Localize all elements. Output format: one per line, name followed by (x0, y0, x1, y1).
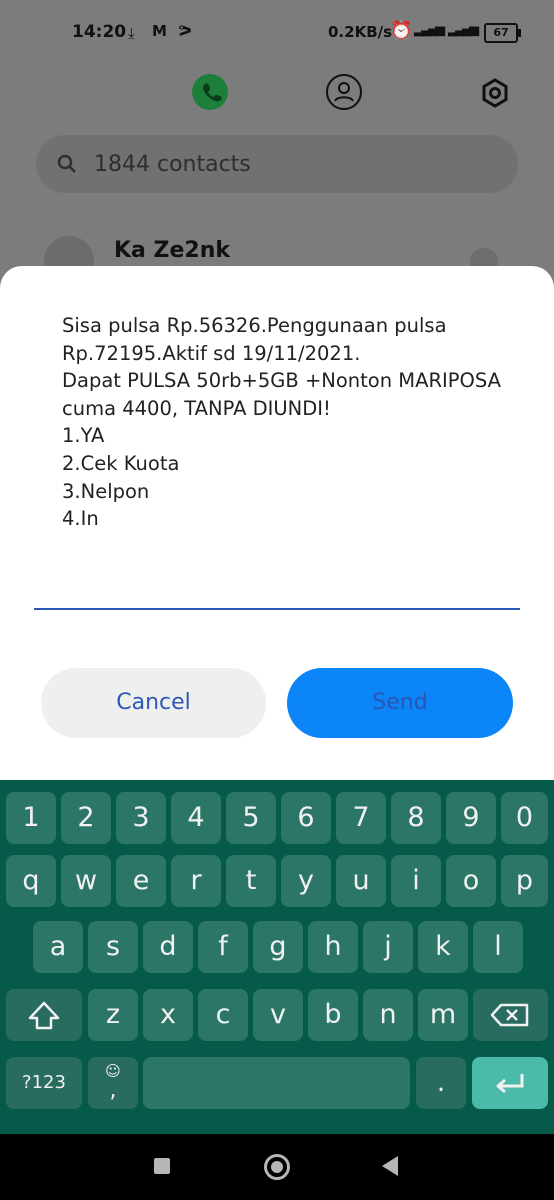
key-o[interactable]: o (446, 855, 496, 907)
key-j[interactable]: j (363, 921, 413, 973)
send-button[interactable]: Send (287, 668, 513, 738)
key-v[interactable]: v (253, 989, 303, 1041)
phone-icon[interactable] (192, 74, 228, 110)
key-w[interactable]: w (61, 855, 111, 907)
ussd-message: Sisa pulsa Rp.56326.Penggunaan pulsa Rp.… (62, 314, 501, 531)
download-icon: ⤓ (128, 24, 135, 42)
key-r[interactable]: r (171, 855, 221, 907)
key-l[interactable]: l (473, 921, 523, 973)
key-f[interactable]: f (198, 921, 248, 973)
status-bar: 14:20 ⤓ M ᕗ 0.2KB/s ⏰ ▂▃▄▅ ▂▃▄▅ 67 (0, 0, 554, 64)
status-time: 14:20 (72, 22, 127, 42)
ussd-dialog: Sisa pulsa Rp.56326.Penggunaan pulsa Rp.… (0, 266, 554, 786)
reply-input[interactable] (34, 608, 520, 610)
search-icon (56, 153, 78, 175)
shift-key[interactable] (6, 989, 82, 1041)
notification-icon: ᕗ (178, 22, 192, 40)
key-n[interactable]: n (363, 989, 413, 1041)
key-i[interactable]: i (391, 855, 441, 907)
contact-name: Ka Ze2nk (114, 238, 231, 263)
key-c[interactable]: c (198, 989, 248, 1041)
space-key[interactable] (143, 1057, 410, 1109)
backspace-key[interactable] (473, 989, 548, 1041)
key-b[interactable]: b (308, 989, 358, 1041)
contact-list-item[interactable]: Ka Ze2nk (40, 236, 520, 286)
key-u[interactable]: u (336, 855, 386, 907)
key-s[interactable]: s (88, 921, 138, 973)
contacts-search[interactable]: 1844 contacts (36, 135, 518, 193)
key-k[interactable]: k (418, 921, 468, 973)
key-e[interactable]: e (116, 855, 166, 907)
comma-label: , (109, 1078, 117, 1103)
key-5[interactable]: 5 (226, 792, 276, 844)
signal-icon: ▂▃▄▅ (414, 22, 445, 37)
key-2[interactable]: 2 (61, 792, 111, 844)
backspace-icon (490, 1003, 529, 1027)
key-g[interactable]: g (253, 921, 303, 973)
enter-key[interactable] (472, 1057, 548, 1109)
shift-icon (28, 1001, 60, 1030)
gmail-icon: M (152, 22, 167, 40)
contact-icon[interactable] (326, 74, 362, 110)
signal-icon-2: ▂▃▄▅ (448, 22, 479, 37)
emoji-comma-key[interactable]: ☺ , (88, 1057, 138, 1109)
alarm-icon: ⏰ (390, 20, 413, 41)
key-0[interactable]: 0 (501, 792, 548, 844)
key-9[interactable]: 9 (446, 792, 496, 844)
key-3[interactable]: 3 (116, 792, 166, 844)
key-h[interactable]: h (308, 921, 358, 973)
key-a[interactable]: a (33, 921, 83, 973)
cancel-button[interactable]: Cancel (41, 668, 266, 738)
dialer-tabs (0, 74, 554, 114)
key-6[interactable]: 6 (281, 792, 331, 844)
key-7[interactable]: 7 (336, 792, 386, 844)
recents-icon[interactable] (154, 1158, 170, 1174)
search-placeholder: 1844 contacts (94, 152, 251, 177)
key-z[interactable]: z (88, 989, 138, 1041)
key-p[interactable]: p (501, 855, 548, 907)
settings-icon[interactable] (478, 76, 512, 110)
network-speed: 0.2KB/s (328, 23, 393, 41)
back-icon[interactable] (382, 1156, 398, 1176)
key-q[interactable]: q (6, 855, 56, 907)
home-icon[interactable] (264, 1154, 290, 1180)
key-x[interactable]: x (143, 989, 193, 1041)
period-key[interactable]: . (416, 1057, 466, 1109)
enter-icon (496, 1074, 524, 1094)
keyboard: 1 2 3 4 5 6 7 8 9 0 q w e r t y u i o p … (0, 780, 554, 1134)
key-d[interactable]: d (143, 921, 193, 973)
key-1[interactable]: 1 (6, 792, 56, 844)
key-m[interactable]: m (418, 989, 468, 1041)
key-8[interactable]: 8 (391, 792, 441, 844)
key-t[interactable]: t (226, 855, 276, 907)
battery-icon: 67 (484, 23, 521, 43)
key-y[interactable]: y (281, 855, 331, 907)
symbols-key[interactable]: ?123 (6, 1057, 82, 1109)
key-4[interactable]: 4 (171, 792, 221, 844)
navigation-bar (0, 1134, 554, 1200)
